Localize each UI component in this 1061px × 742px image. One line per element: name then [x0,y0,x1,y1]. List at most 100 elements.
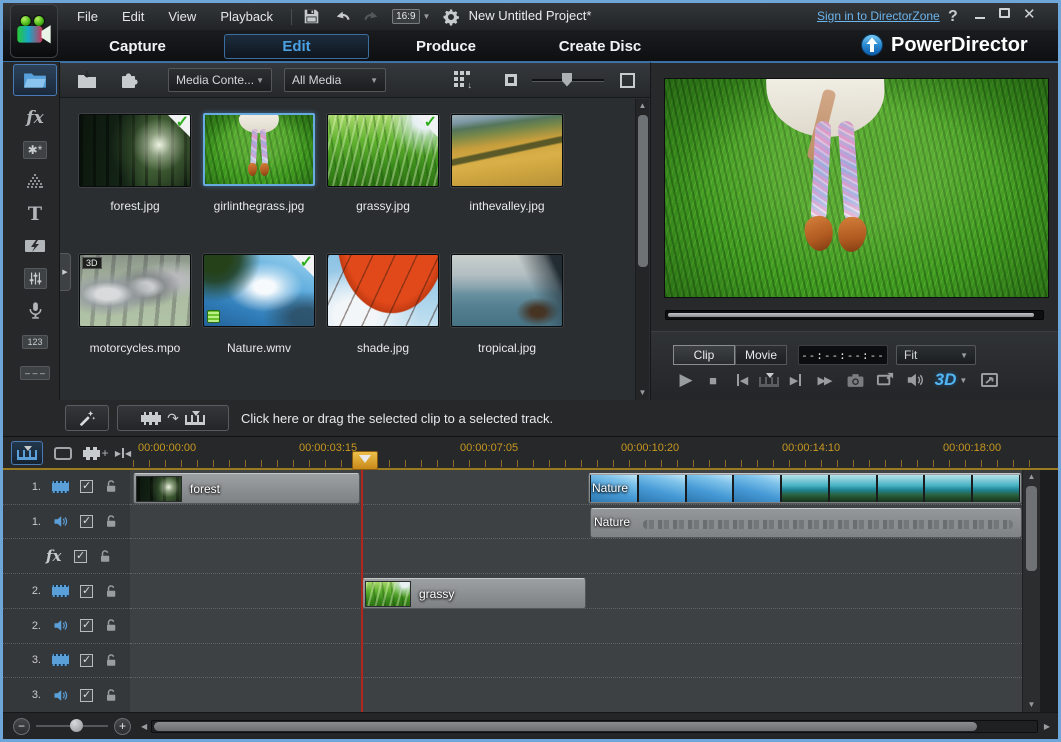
media-thumbnail-girlinthegrass[interactable] [203,113,315,186]
play-button[interactable]: ▶ [675,368,697,392]
track-lane[interactable] [130,644,1022,679]
scroll-left-icon[interactable]: ◀ [141,722,147,731]
scroll-down-icon[interactable]: ▼ [636,386,649,400]
fast-forward-button[interactable]: ▶▶ [811,368,837,392]
track-header-audio-2[interactable]: 2. [3,609,130,644]
3d-toggle-button[interactable]: 3D▼ [931,368,971,392]
scroll-up-icon[interactable]: ▲ [1023,470,1040,484]
signin-directorzone-link[interactable]: Sign in to DirectorZone [817,9,940,23]
sidebar-item-voiceover-room[interactable] [13,295,57,325]
track-header-video-1[interactable]: 1. [3,470,130,505]
library-flyout-handle[interactable]: ▶ [60,253,71,291]
help-icon[interactable]: ? [948,8,958,26]
timeline-clip-nature-audio[interactable]: Nature [590,508,1022,538]
track-header-audio-1[interactable]: 1. [3,505,130,540]
playhead-marker[interactable] [352,451,378,470]
sidebar-item-audio-mixing-room[interactable] [13,263,57,293]
menu-view[interactable]: View [156,9,208,24]
plugins-button[interactable] [116,70,142,90]
unlock-icon[interactable] [98,549,113,564]
preview-zoom-dropdown[interactable]: Fit▼ [896,345,976,365]
slider-thumb[interactable] [562,73,572,87]
tab-capture[interactable]: Capture [85,34,190,59]
scroll-right-icon[interactable]: ▶ [1044,722,1050,731]
menu-playback[interactable]: Playback [208,9,285,24]
save-button[interactable] [298,7,324,27]
timeline-zoom-slider[interactable] [36,725,108,727]
close-button[interactable]: ✕ [1023,5,1036,23]
media-thumbnail-motorcycles[interactable]: 3D [79,254,191,327]
sort-view-button[interactable]: ↓ [454,71,472,89]
media-thumbnail-grassy[interactable] [327,114,439,187]
tab-produce[interactable]: Produce [396,34,496,59]
track-header-video-2[interactable]: 2. [3,574,130,609]
preview-video-area[interactable] [664,78,1049,298]
sidebar-item-pip-objects-room[interactable]: ✱* [13,135,57,165]
previous-frame-button[interactable]: ◀ [731,368,753,392]
timeline-zoom-in-button[interactable]: + [114,718,131,735]
undo-button[interactable] [330,7,356,27]
minimize-button[interactable] [975,9,985,19]
movie-mode-button[interactable]: Movie [735,345,787,365]
sidebar-item-title-room[interactable]: T [13,199,57,229]
volume-speaker-button[interactable] [903,368,927,392]
timeline-horizontal-scrollbar[interactable] [151,720,1038,733]
snapshot-camera-button[interactable] [843,368,867,392]
track-lane[interactable] [130,678,1022,712]
track-enable-checkbox[interactable] [80,515,93,528]
unlock-icon[interactable] [104,514,119,529]
thumbnail-size-slider[interactable] [532,79,604,82]
track-enable-checkbox[interactable] [80,619,93,632]
preview-seek-bar[interactable] [665,310,1044,320]
scrollbar-thumb[interactable] [638,115,648,267]
next-frame-button[interactable]: ▶ [785,368,807,392]
menu-edit[interactable]: Edit [110,9,156,24]
track-header-fx[interactable]: fx [3,539,130,574]
media-content-dropdown[interactable]: Media Conte...▼ [168,68,272,92]
unlock-icon[interactable] [104,653,119,668]
stop-button[interactable]: ■ [703,368,723,392]
tab-edit[interactable]: Edit [224,34,369,59]
track-enable-checkbox[interactable] [80,480,93,493]
timeline-clip-grassy[interactable]: grassy [362,578,586,609]
tab-create-disc[interactable]: Create Disc [545,34,655,59]
timeline-view-button[interactable] [11,441,43,465]
timeline-clip-nature-video[interactable]: Nature [588,473,1022,504]
zoom-out-thumbnails-button[interactable] [498,70,524,90]
track-lane[interactable] [130,609,1022,644]
clip-mode-button[interactable]: Clip [673,345,735,365]
unlock-icon[interactable] [104,688,119,703]
track-enable-checkbox[interactable] [80,654,93,667]
sidebar-item-media-room[interactable] [13,64,57,96]
track-enable-checkbox[interactable] [80,689,93,702]
storyboard-view-button[interactable] [49,441,77,465]
redo-button[interactable] [358,7,384,27]
timeline-clip-forest[interactable]: forest [133,473,360,504]
track-header-audio-3[interactable]: 3. [3,678,130,712]
media-thumbnail-forest[interactable] [79,114,191,187]
zoom-in-thumbnails-button[interactable] [614,70,640,90]
media-thumbnail-inthevalley[interactable] [451,114,563,187]
undock-preview-button[interactable] [977,368,1003,392]
media-thumbnail-shade[interactable] [327,254,439,327]
media-thumbnail-nature[interactable] [203,254,315,327]
dual-preview-button[interactable] [873,368,897,392]
snap-clips-button[interactable]: ▶◀ [111,441,135,465]
sidebar-item-transition-room[interactable] [13,231,57,261]
menu-file[interactable]: File [65,9,110,24]
scrollbar-thumb[interactable] [1026,486,1037,571]
maximize-button[interactable] [999,8,1010,18]
media-scrollbar[interactable]: ▲ ▼ [635,99,649,400]
timeline-vertical-scrollbar[interactable]: ▲ ▼ [1022,470,1040,712]
unlock-icon[interactable] [104,479,119,494]
sidebar-item-particle-room[interactable] [13,167,57,197]
track-enable-checkbox[interactable] [80,585,93,598]
media-thumbnail-tropical[interactable] [451,254,563,327]
track-lane[interactable] [130,539,1022,574]
import-media-button[interactable] [74,70,100,90]
sidebar-item-effect-room[interactable]: fx [13,103,57,133]
unlock-icon[interactable] [104,584,119,599]
scroll-up-icon[interactable]: ▲ [636,99,649,113]
step-seek-button[interactable] [757,368,781,392]
track-header-video-3[interactable]: 3. [3,644,130,679]
